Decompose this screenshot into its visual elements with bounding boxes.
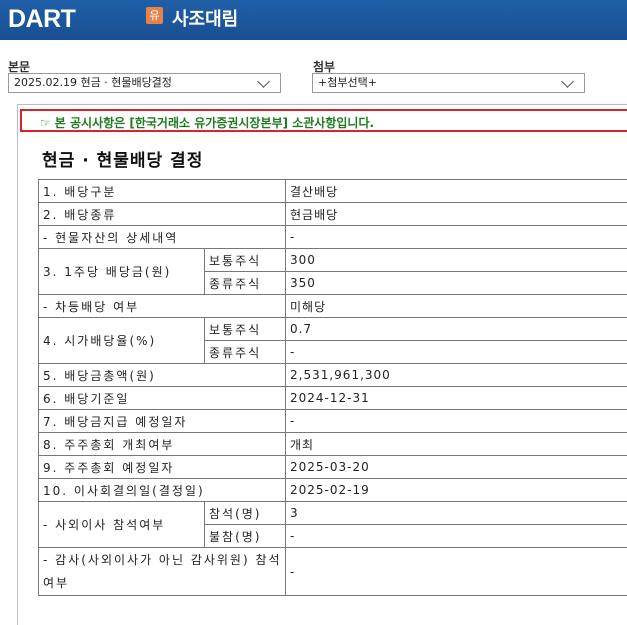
row-value: 개최: [286, 433, 627, 456]
row-value: 현금배당: [286, 203, 627, 226]
top-header: DART 유 사조대림: [0, 0, 627, 40]
dividend-info-table: 1. 배당구분 결산배당 2. 배당종류 현금배당 - 현물자산의 상세내역 -…: [38, 179, 627, 596]
chevron-down-icon: [561, 75, 574, 88]
row-sublabel: 종류주식: [205, 341, 286, 364]
row-sublabel: 보통주식: [205, 318, 286, 341]
row-value: 2,531,961,300: [286, 364, 627, 387]
row-value: 미해당: [286, 295, 627, 318]
table-row: - 차등배당 여부 미해당: [39, 295, 627, 318]
table-row: 5. 배당금총액(원) 2,531,961,300: [39, 364, 627, 387]
row-value: -: [286, 341, 627, 364]
table-row: 4. 시가배당율(%) 보통주식 0.7: [39, 318, 627, 341]
table-row: 8. 주주총회 개최여부 개최: [39, 433, 627, 456]
row-value: 2024-12-31: [286, 387, 627, 410]
row-label: 4. 시가배당율(%): [39, 318, 205, 364]
row-value: -: [286, 226, 627, 249]
row-sublabel: 불참(명): [205, 525, 286, 548]
row-label: 8. 주주총회 개최여부: [39, 433, 286, 456]
row-value: 2025-02-19: [286, 479, 627, 502]
table-row: - 사외이사 참석여부 참석(명) 3: [39, 502, 627, 525]
row-sublabel: 보통주식: [205, 249, 286, 272]
table-row: 3. 1주당 배당금(원) 보통주식 300: [39, 249, 627, 272]
document-title: 현금 · 현물배당 결정: [42, 146, 203, 171]
row-label: - 사외이사 참석여부: [39, 502, 205, 548]
table-row: 6. 배당기준일 2024-12-31: [39, 387, 627, 410]
row-value: 350: [286, 272, 627, 295]
row-label: 1. 배당구분: [39, 180, 286, 203]
market-badge: 유: [146, 7, 163, 24]
selector-area: 본문 2025.02.19 현금 · 현물배당결정 첨부 +첨부선택+: [0, 40, 627, 104]
row-value: -: [286, 525, 627, 548]
row-value: -: [286, 548, 627, 596]
dart-logo[interactable]: DART: [8, 5, 75, 33]
row-label: - 현물자산의 상세내역: [39, 226, 286, 249]
notice-message: 본 공시사항은 [한국거래소 유가증권시장본부] 소관사항입니다.: [55, 116, 374, 130]
notice-banner: ☞ 본 공시사항은 [한국거래소 유가증권시장본부] 소관사항입니다.: [20, 109, 627, 132]
row-value: 결산배당: [286, 180, 627, 203]
row-label: - 감사(사외이사가 아닌 감사위원) 참석여부: [39, 548, 286, 596]
attach-select-value: +첨부선택+: [318, 76, 377, 89]
row-label: 3. 1주당 배당금(원): [39, 249, 205, 295]
row-value: 0.7: [286, 318, 627, 341]
row-value: -: [286, 410, 627, 433]
table-row: - 감사(사외이사가 아닌 감사위원) 참석여부 -: [39, 548, 627, 596]
table-row: 9. 주주총회 예정일자 2025-03-20: [39, 456, 627, 479]
row-value: 3: [286, 502, 627, 525]
row-label: 10. 이사회결의일(결정일): [39, 479, 286, 502]
row-label: 5. 배당금총액(원): [39, 364, 286, 387]
row-value: 300: [286, 249, 627, 272]
table-row: 1. 배당구분 결산배당: [39, 180, 627, 203]
row-label: - 차등배당 여부: [39, 295, 286, 318]
logo-text: DART: [8, 5, 75, 34]
row-value: 2025-03-20: [286, 456, 627, 479]
table-row: 2. 배당종류 현금배당: [39, 203, 627, 226]
main-select-value: 2025.02.19 현금 · 현물배당결정: [14, 76, 172, 89]
row-label: 7. 배당금지급 예정일자: [39, 410, 286, 433]
table-row: 10. 이사회결의일(결정일) 2025-02-19: [39, 479, 627, 502]
table-row: - 현물자산의 상세내역 -: [39, 226, 627, 249]
attachment-select[interactable]: +첨부선택+: [312, 73, 585, 93]
pointing-hand-icon: ☞: [40, 116, 51, 130]
row-label: 9. 주주총회 예정일자: [39, 456, 286, 479]
row-sublabel: 종류주식: [205, 272, 286, 295]
company-name: 사조대림: [172, 5, 238, 31]
row-label: 6. 배당기준일: [39, 387, 286, 410]
row-sublabel: 참석(명): [205, 502, 286, 525]
row-label: 2. 배당종류: [39, 203, 286, 226]
chevron-down-icon: [257, 75, 270, 88]
main-document-select[interactable]: 2025.02.19 현금 · 현물배당결정: [8, 73, 281, 93]
notice-text: ☞ 본 공시사항은 [한국거래소 유가증권시장본부] 소관사항입니다.: [40, 114, 374, 131]
table-row: 7. 배당금지급 예정일자 -: [39, 410, 627, 433]
